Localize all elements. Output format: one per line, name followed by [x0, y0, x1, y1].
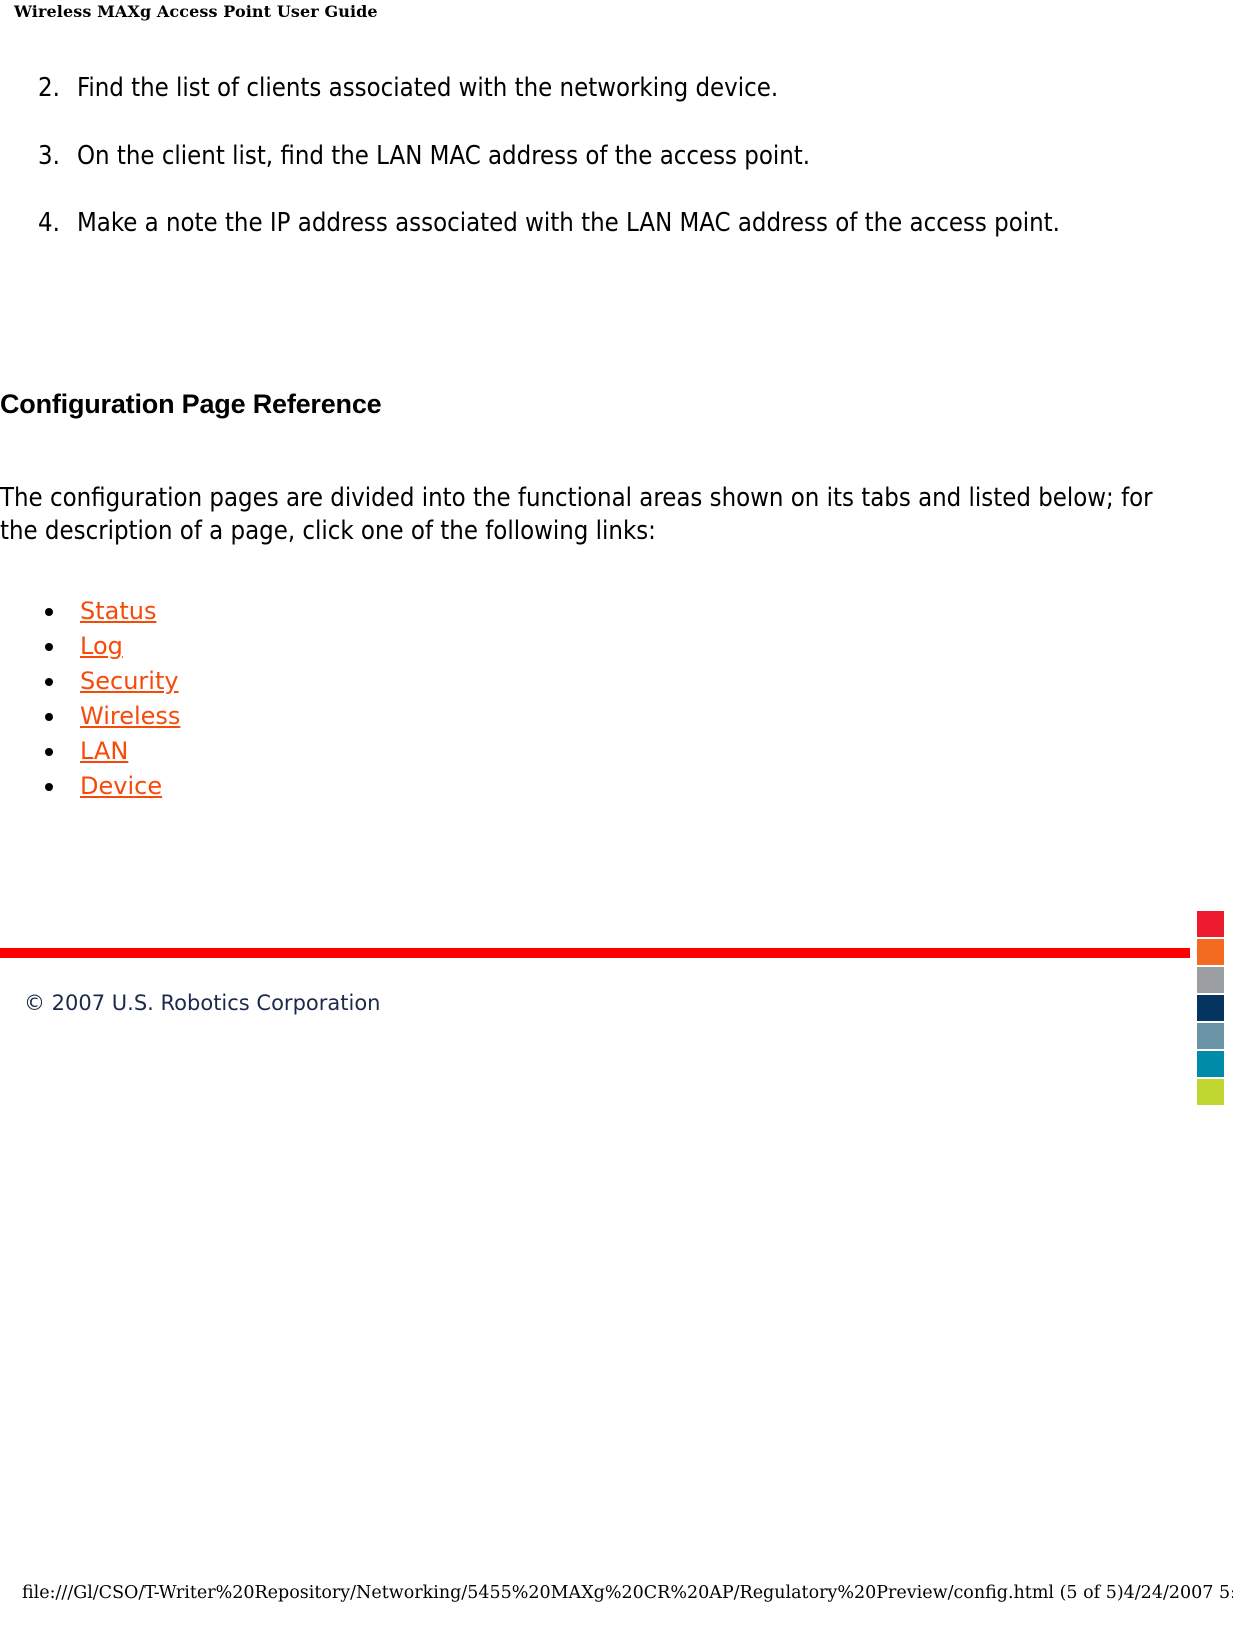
step-text: Make a note the IP address associated wi… [77, 208, 1060, 239]
link-log[interactable]: Log [80, 632, 123, 660]
list-item: Status [0, 594, 180, 629]
list-item: 3. On the client list, find the LAN MAC … [0, 140, 1180, 174]
list-item: 2. Find the list of clients associated w… [0, 72, 1180, 106]
step-number: 3. [38, 140, 60, 171]
bullet-icon [45, 677, 53, 686]
list-item: Wireless [0, 699, 180, 734]
color-swatch-yellow-green [1197, 1079, 1224, 1105]
color-swatch-slate-blue [1197, 1023, 1224, 1049]
step-text: Find the list of clients associated with… [77, 73, 779, 103]
page-title: Configuration Page Reference [0, 389, 382, 419]
color-swatch-red [1197, 911, 1224, 937]
step-number: 4. [38, 208, 60, 239]
list-item: LAN [0, 734, 180, 769]
bullet-icon [45, 712, 53, 721]
link-status[interactable]: Status [80, 597, 156, 625]
link-device[interactable]: Device [80, 772, 162, 800]
list-item: 4. Make a note the IP address associated… [0, 207, 1180, 241]
bullet-icon [45, 747, 53, 756]
color-swatch-teal [1197, 1051, 1224, 1077]
configuration-page-link-list: Status Log Security Wireless LAN Device [0, 594, 180, 804]
copyright-notice: © 2007 U.S. Robotics Corporation [24, 991, 381, 1015]
step-text: On the client list, find the LAN MAC add… [77, 140, 811, 171]
bullet-icon [45, 607, 53, 616]
step-number: 2. [38, 73, 60, 103]
color-swatch-orange [1197, 939, 1224, 965]
link-wireless[interactable]: Wireless [80, 702, 180, 730]
list-item: Security [0, 664, 180, 699]
footer-divider-rule [0, 948, 1190, 958]
bullet-icon [45, 642, 53, 651]
color-swatch-gray [1197, 967, 1224, 993]
browser-print-footer-path: file:///Gl/CSO/T-Writer%20Repository/Net… [22, 1583, 1233, 1603]
link-lan[interactable]: LAN [80, 737, 128, 765]
list-item: Device [0, 769, 180, 804]
color-swatch-navy [1197, 995, 1224, 1021]
running-header-title: Wireless MAXg Access Point User Guide [14, 2, 378, 21]
document-content: 2. Find the list of clients associated w… [0, 72, 1224, 1105]
section-intro-paragraph: The configuration pages are divided into… [0, 483, 1153, 547]
procedure-step-list: 2. Find the list of clients associated w… [0, 72, 1180, 241]
list-item: Log [0, 629, 180, 664]
brand-color-swatch-stack [1197, 911, 1224, 1107]
bullet-icon [45, 782, 53, 791]
link-security[interactable]: Security [80, 667, 179, 695]
